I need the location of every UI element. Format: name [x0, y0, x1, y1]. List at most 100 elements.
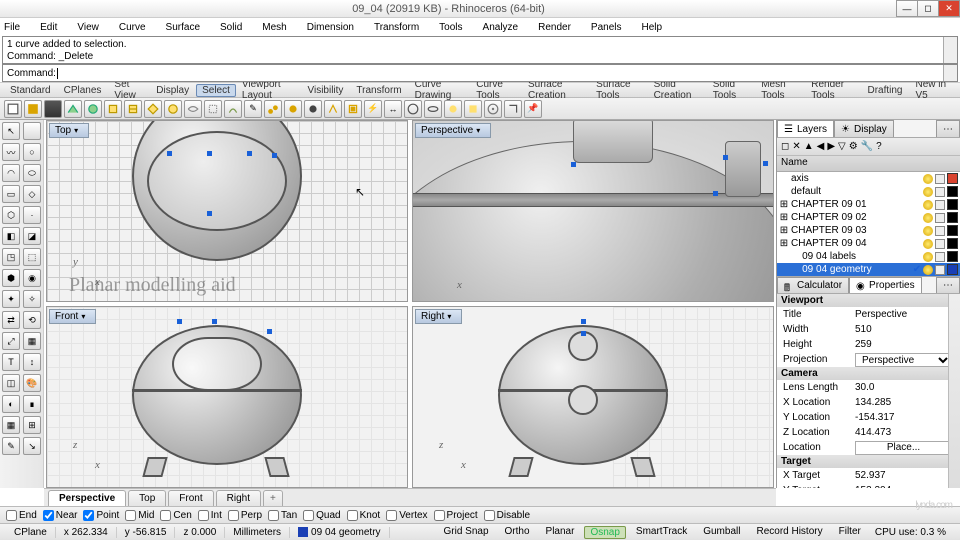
- color-swatch[interactable]: [947, 225, 958, 236]
- control-point[interactable]: [763, 161, 768, 166]
- tool-icon[interactable]: [484, 100, 502, 118]
- color-swatch[interactable]: [947, 199, 958, 210]
- tool-icon[interactable]: ◫: [2, 374, 20, 392]
- close-button[interactable]: ✕: [938, 0, 960, 17]
- tool-icon[interactable]: ⬡: [2, 206, 20, 224]
- tool-icon[interactable]: [424, 100, 442, 118]
- tab-select[interactable]: Select: [196, 84, 236, 97]
- checkbox[interactable]: [386, 510, 397, 521]
- menu-solid[interactable]: Solid: [220, 22, 252, 33]
- control-point[interactable]: [247, 151, 252, 156]
- toggle-filter[interactable]: Filter: [833, 526, 867, 539]
- help-icon[interactable]: ?: [876, 141, 882, 152]
- tool-icon[interactable]: ↕: [23, 353, 41, 371]
- tool-icon[interactable]: [404, 100, 422, 118]
- control-point[interactable]: [571, 162, 576, 167]
- tab-calculator[interactable]: 🖩Calculator: [777, 277, 849, 293]
- tool-icon[interactable]: ◧: [2, 227, 20, 245]
- tool-icon[interactable]: ⬭: [23, 164, 41, 182]
- osnap-point[interactable]: Point: [83, 510, 119, 521]
- tool-icon[interactable]: [44, 100, 62, 118]
- checkbox[interactable]: [228, 510, 239, 521]
- control-point[interactable]: [272, 153, 277, 158]
- vtab-top[interactable]: Top: [128, 490, 166, 506]
- tool-icon[interactable]: [24, 100, 42, 118]
- osnap-mid[interactable]: Mid: [125, 510, 154, 521]
- toggle-osnap[interactable]: Osnap: [584, 526, 625, 539]
- toggle-smarttrack[interactable]: SmartTrack: [630, 526, 693, 539]
- tab-mesh-tools[interactable]: Mesh Tools: [755, 79, 805, 101]
- prop-value[interactable]: 414.473: [855, 427, 954, 438]
- control-point[interactable]: [723, 155, 728, 160]
- layer-row[interactable]: ⊞CHAPTER 09 03: [777, 224, 960, 237]
- panel-options-button[interactable]: ⋯: [936, 120, 960, 137]
- layer-right-icon[interactable]: ▶: [827, 141, 835, 152]
- checkbox[interactable]: [125, 510, 136, 521]
- scrollbar[interactable]: [943, 65, 957, 81]
- visibility-icon[interactable]: [923, 239, 933, 249]
- tool-icon[interactable]: ✧: [23, 290, 41, 308]
- menu-panels[interactable]: Panels: [591, 22, 632, 33]
- osnap-cen[interactable]: Cen: [160, 510, 191, 521]
- tool-icon[interactable]: 〰: [2, 143, 20, 161]
- color-swatch[interactable]: [947, 173, 958, 184]
- osnap-knot[interactable]: Knot: [347, 510, 381, 521]
- control-point[interactable]: [267, 329, 272, 334]
- osnap-project[interactable]: Project: [434, 510, 478, 521]
- delete-layer-icon[interactable]: ✕: [792, 141, 800, 152]
- menu-render[interactable]: Render: [538, 22, 581, 33]
- checkbox[interactable]: [6, 510, 17, 521]
- tool-icon[interactable]: ⟲: [23, 311, 41, 329]
- layer-row[interactable]: ⊞CHAPTER 09 01: [777, 198, 960, 211]
- visibility-icon[interactable]: [923, 226, 933, 236]
- osnap-end[interactable]: End: [6, 510, 37, 521]
- minimize-button[interactable]: —: [896, 0, 918, 17]
- tool-icon[interactable]: [284, 100, 302, 118]
- tool-icon[interactable]: [84, 100, 102, 118]
- expand-icon[interactable]: ⊞: [779, 225, 789, 236]
- viewport-label[interactable]: Perspective▾: [415, 123, 491, 138]
- tab-layers[interactable]: ☰Layers: [777, 120, 834, 137]
- filter-icon[interactable]: ▽: [838, 141, 846, 152]
- menu-tools[interactable]: Tools: [439, 22, 472, 33]
- osnap-vertex[interactable]: Vertex: [386, 510, 427, 521]
- tab-viewport-layout[interactable]: Viewport Layout: [236, 79, 302, 101]
- prop-value[interactable]: Perspective: [855, 309, 954, 320]
- menu-edit[interactable]: Edit: [40, 22, 67, 33]
- tool-icon[interactable]: [184, 100, 202, 118]
- settings-icon[interactable]: 🔧: [861, 141, 873, 152]
- viewport-label[interactable]: Top▾: [49, 123, 89, 138]
- status-layer[interactable]: 09 04 geometry: [290, 527, 390, 538]
- tab-solid-creation[interactable]: Solid Creation: [648, 79, 707, 101]
- viewport-front[interactable]: z x Front▾: [46, 306, 408, 488]
- menu-dimension[interactable]: Dimension: [307, 22, 364, 33]
- checkbox[interactable]: [198, 510, 209, 521]
- toggle-grid-snap[interactable]: Grid Snap: [437, 526, 494, 539]
- tool-icon[interactable]: [324, 100, 342, 118]
- menu-surface[interactable]: Surface: [166, 22, 210, 33]
- tool-icon[interactable]: ⊞: [23, 416, 41, 434]
- tool-icon[interactable]: ✎: [244, 100, 262, 118]
- tool-icon[interactable]: [4, 100, 22, 118]
- layer-row[interactable]: axis: [777, 172, 960, 185]
- vtab-right[interactable]: Right: [216, 490, 261, 506]
- place-button[interactable]: Place...: [855, 441, 952, 455]
- tool-icon[interactable]: ◠: [2, 164, 20, 182]
- scrollbar[interactable]: [943, 37, 957, 63]
- osnap-quad[interactable]: Quad: [303, 510, 340, 521]
- layer-row[interactable]: 09 04 geometry✔: [777, 263, 960, 276]
- color-swatch[interactable]: [947, 212, 958, 223]
- status-cplane[interactable]: CPlane: [6, 527, 56, 538]
- tool-icon[interactable]: ⬚: [23, 248, 41, 266]
- layer-left-icon[interactable]: ◀: [817, 141, 825, 152]
- tool-icon[interactable]: ⬢: [2, 269, 20, 287]
- tab-drafting[interactable]: Drafting: [861, 85, 909, 96]
- toggle-ortho[interactable]: Ortho: [499, 526, 536, 539]
- tab-curve-tools[interactable]: Curve Tools: [470, 79, 522, 101]
- lock-icon[interactable]: [935, 239, 945, 249]
- tool-icon[interactable]: [504, 100, 522, 118]
- tool-icon[interactable]: ⤢: [2, 332, 20, 350]
- control-point[interactable]: [581, 331, 586, 336]
- prop-value[interactable]: 30.0: [855, 382, 954, 393]
- tab-display[interactable]: Display: [150, 85, 196, 96]
